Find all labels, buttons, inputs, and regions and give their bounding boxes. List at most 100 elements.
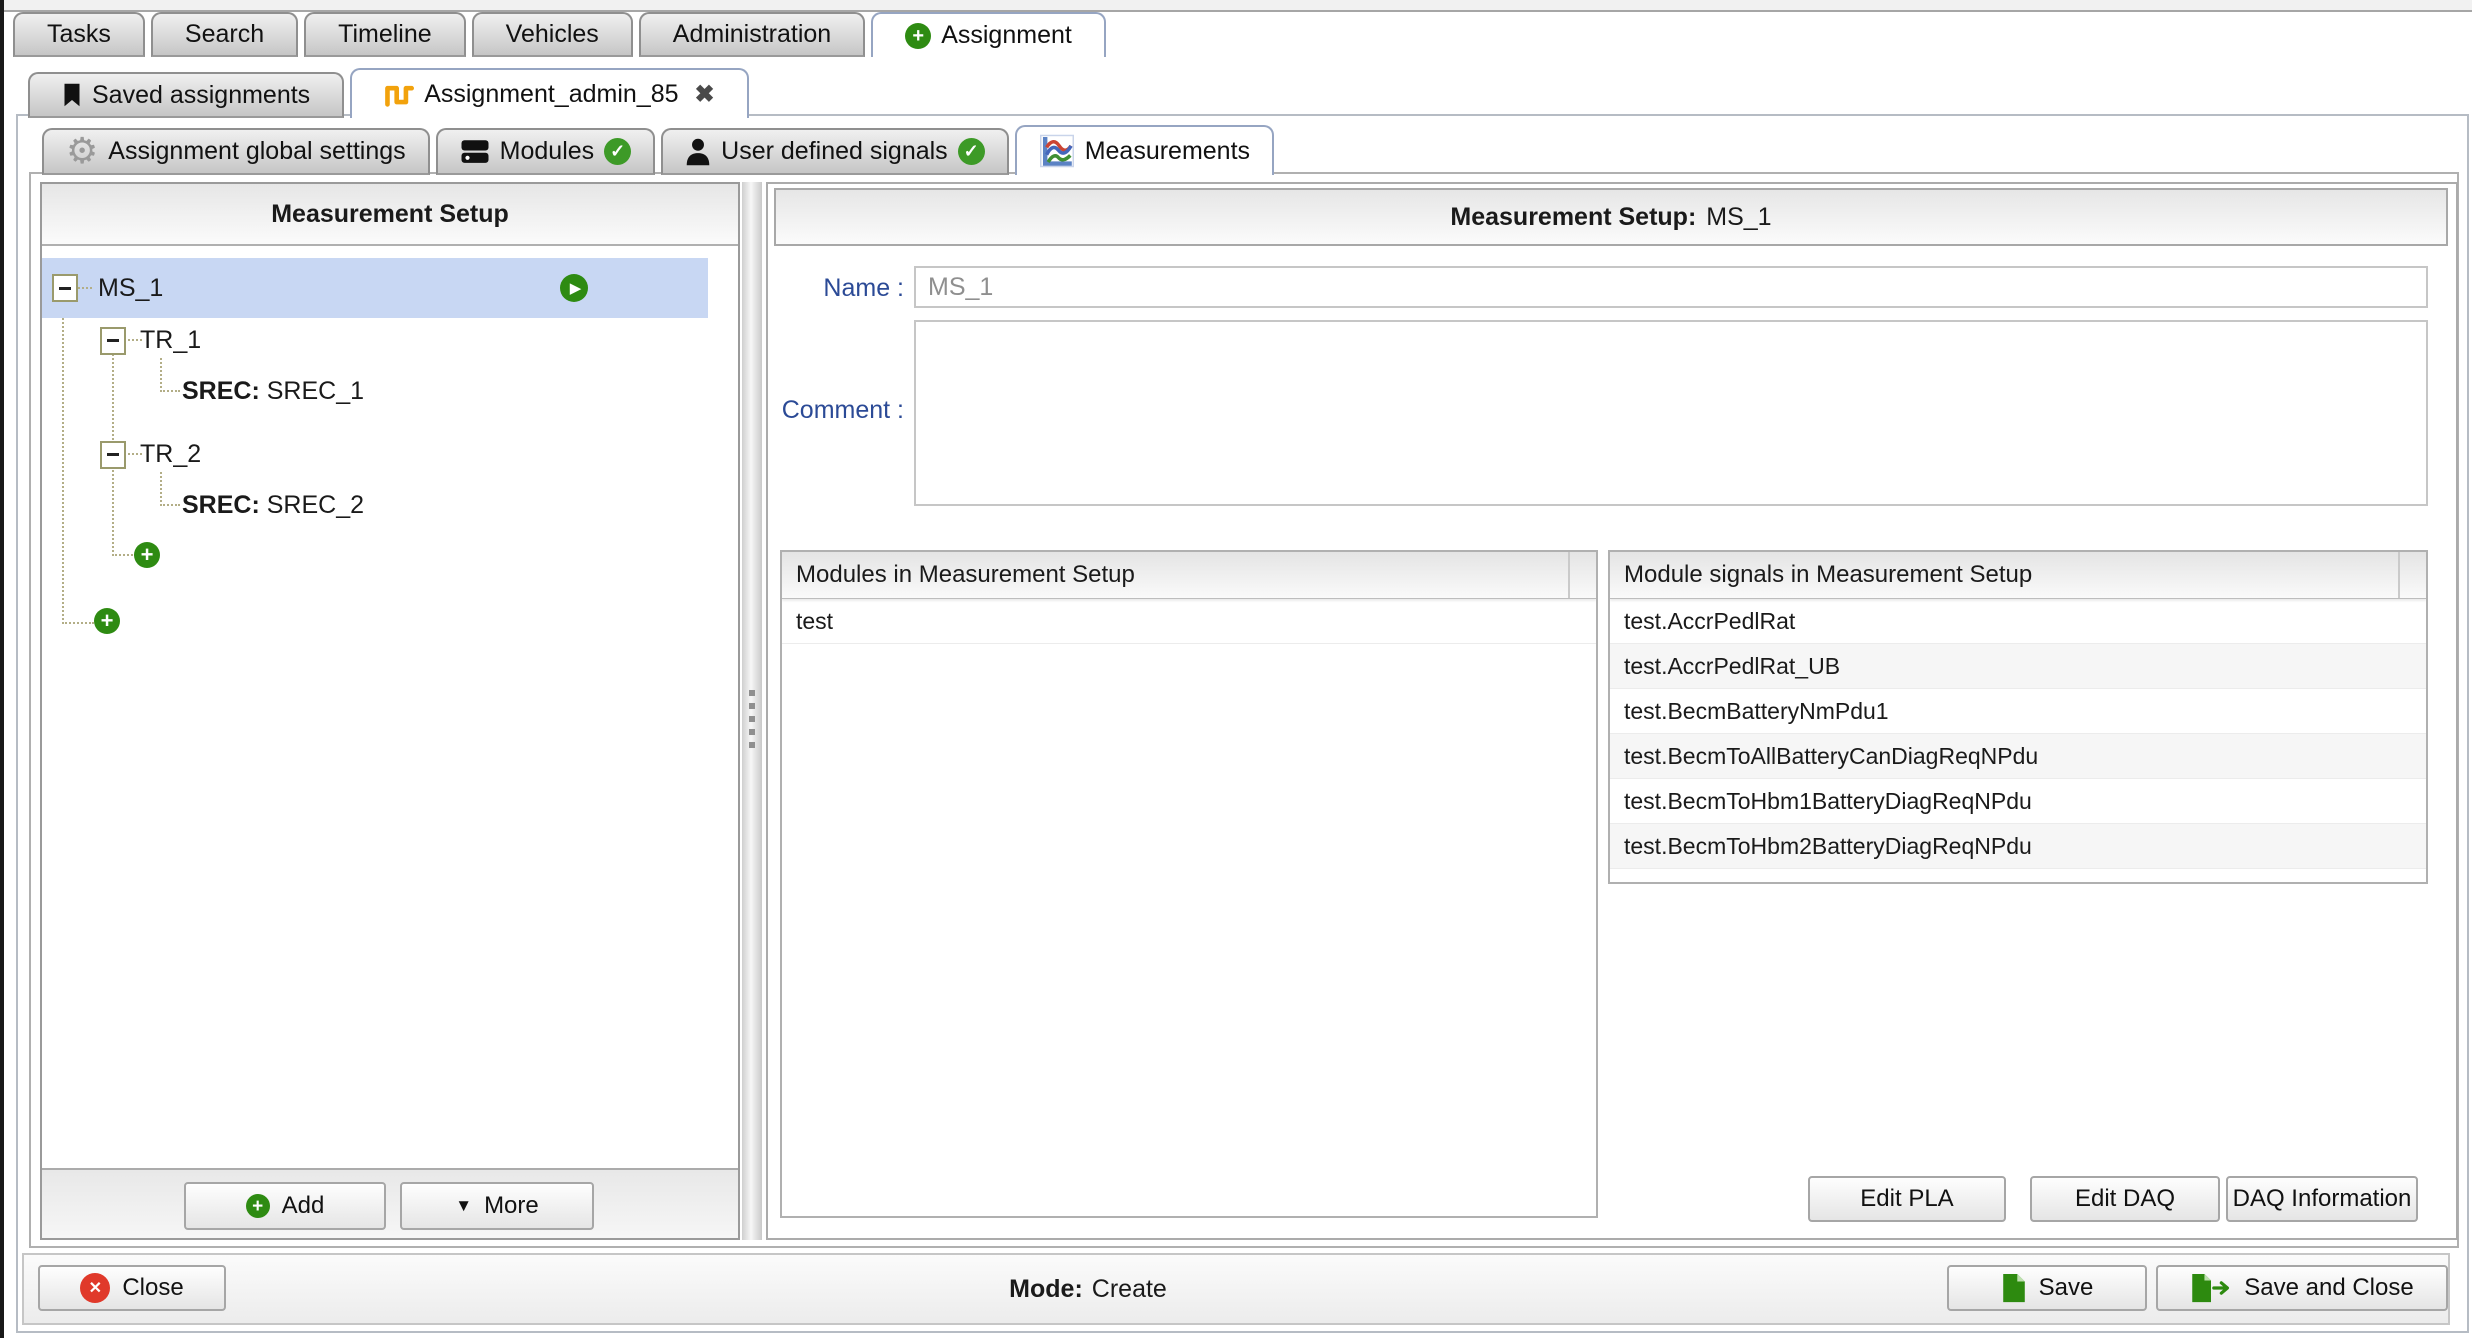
panel-splitter[interactable] bbox=[742, 182, 762, 1240]
tab-vehicles[interactable]: Vehicles bbox=[472, 12, 633, 57]
bottom-action-bar: ✕ Close Mode: Create Save Save and Close bbox=[22, 1253, 2450, 1325]
more-button[interactable]: ▼ More bbox=[400, 1182, 594, 1230]
tree-node-label: TR_1 bbox=[140, 326, 201, 355]
tree-footer-bar: + Add ▼ More bbox=[42, 1168, 738, 1238]
tree-node-label: TR_2 bbox=[140, 440, 201, 469]
collapse-box-icon[interactable] bbox=[100, 441, 126, 469]
add-transfer-icon[interactable]: + bbox=[134, 542, 160, 568]
tree-node-label: MS_1 bbox=[98, 274, 163, 303]
tab-label: Assignment global settings bbox=[108, 137, 405, 166]
edit-pla-label: Edit PLA bbox=[1860, 1185, 1953, 1213]
daq-information-label: DAQ Information bbox=[2233, 1185, 2412, 1213]
edit-daq-button[interactable]: Edit DAQ bbox=[2030, 1176, 2220, 1222]
close-tab-icon[interactable]: ✖ bbox=[695, 80, 715, 109]
signal-list-item[interactable]: test.BecmToHbm1BatteryDiagReqNPdu bbox=[1610, 779, 2426, 824]
details-header: Measurement Setup: MS_1 bbox=[774, 188, 2448, 246]
mode-label: Mode: bbox=[1009, 1275, 1083, 1304]
srec-prefix: SREC: bbox=[182, 377, 260, 405]
srec-prefix: SREC: bbox=[182, 491, 260, 519]
modules-list-header: Modules in Measurement Setup bbox=[782, 552, 1596, 599]
collapse-box-icon[interactable] bbox=[52, 274, 78, 302]
chart-icon bbox=[1039, 134, 1075, 168]
daq-information-button[interactable]: DAQ Information bbox=[2226, 1176, 2418, 1222]
tree-node-tr2[interactable]: TR_2 bbox=[100, 440, 201, 469]
tab-label: User defined signals bbox=[721, 137, 948, 166]
tab-user-defined-signals[interactable]: User defined signals ✓ bbox=[661, 128, 1009, 175]
tab-label: Vehicles bbox=[506, 20, 599, 49]
edit-daq-label: Edit DAQ bbox=[2075, 1185, 2175, 1213]
close-button[interactable]: ✕ Close bbox=[38, 1265, 226, 1311]
splitter-grip-dot bbox=[749, 742, 755, 748]
tab-measurements[interactable]: Measurements bbox=[1015, 125, 1274, 175]
comment-label: Comment : bbox=[768, 396, 904, 425]
caret-down-icon: ▼ bbox=[455, 1196, 472, 1216]
tree-connector bbox=[160, 504, 180, 506]
tab-saved-assignments[interactable]: Saved assignments bbox=[28, 72, 344, 118]
tab-search[interactable]: Search bbox=[151, 12, 298, 57]
save-and-close-icon bbox=[2190, 1273, 2232, 1303]
tree-node-label: SREC_2 bbox=[267, 491, 364, 519]
tab-assignment-admin-85[interactable]: Assignment_admin_85 ✖ bbox=[350, 68, 748, 118]
tree-node-ms1[interactable]: MS_1 ▶ bbox=[42, 258, 708, 318]
check-badge-icon: ✓ bbox=[604, 138, 631, 165]
tree-connector bbox=[160, 472, 162, 506]
tree-connector bbox=[62, 318, 64, 624]
tab-assignment[interactable]: + Assignment bbox=[871, 12, 1106, 57]
tree-connector bbox=[160, 358, 162, 392]
name-input[interactable] bbox=[914, 266, 2428, 308]
tab-label: Assignment_admin_85 bbox=[424, 80, 678, 109]
tab-label: Measurements bbox=[1085, 137, 1250, 166]
tab-timeline[interactable]: Timeline bbox=[304, 12, 466, 57]
tree-node-srec1[interactable]: SREC: SREC_1 bbox=[182, 377, 364, 406]
save-button[interactable]: Save bbox=[1947, 1265, 2147, 1311]
waveform-icon bbox=[384, 79, 414, 109]
add-measurement-setup-icon[interactable]: + bbox=[94, 608, 120, 634]
modules-list: Modules in Measurement Setup test bbox=[780, 550, 1598, 1218]
signal-list-item[interactable]: test.BecmToAllBatteryCanDiagReqNPdu bbox=[1610, 734, 2426, 779]
signal-list-item[interactable]: test.AccrPedlRat bbox=[1610, 599, 2426, 644]
assignment-sub-tab-bar: ⚙ Assignment global settings Modules ✓ U… bbox=[42, 125, 1274, 175]
comment-textarea[interactable] bbox=[914, 320, 2428, 506]
assignment-doc-tab-bar: Saved assignments Assignment_admin_85 ✖ bbox=[28, 68, 749, 118]
save-icon bbox=[2001, 1273, 2027, 1303]
window-left-edge bbox=[0, 0, 4, 1338]
save-and-close-button[interactable]: Save and Close bbox=[2156, 1265, 2448, 1311]
splitter-grip-dot bbox=[749, 703, 755, 709]
plus-circle-icon: + bbox=[246, 1194, 270, 1218]
tree-panel-title-text: Measurement Setup bbox=[271, 200, 509, 229]
signals-list-header-text: Module signals in Measurement Setup bbox=[1624, 561, 2032, 589]
splitter-grip-dot bbox=[749, 716, 755, 722]
tree-node-tr1[interactable]: TR_1 bbox=[100, 326, 201, 355]
signals-list-header: Module signals in Measurement Setup bbox=[1610, 552, 2426, 599]
signal-list-item[interactable]: test.BecmBatteryNmPdu1 bbox=[1610, 689, 2426, 734]
check-badge-icon: ✓ bbox=[958, 138, 985, 165]
module-list-item[interactable]: test bbox=[782, 599, 1596, 644]
close-circle-icon: ✕ bbox=[80, 1273, 110, 1303]
tab-tasks[interactable]: Tasks bbox=[13, 12, 145, 57]
splitter-grip-dot bbox=[749, 729, 755, 735]
tab-administration[interactable]: Administration bbox=[639, 12, 865, 57]
tab-label: Search bbox=[185, 20, 264, 49]
modules-list-header-text: Modules in Measurement Setup bbox=[796, 561, 1135, 589]
edit-pla-button[interactable]: Edit PLA bbox=[1808, 1176, 2006, 1222]
measurement-setup-tree-panel: Measurement Setup MS_1 ▶ bbox=[40, 182, 740, 1240]
add-button[interactable]: + Add bbox=[184, 1182, 386, 1230]
signals-list-body: test.AccrPedlRattest.AccrPedlRat_UBtest.… bbox=[1610, 599, 2426, 869]
tree-connector bbox=[112, 554, 136, 556]
signal-list-item[interactable]: test.BecmToHbm2BatteryDiagReqNPdu bbox=[1610, 824, 2426, 869]
splitter-grip-dot bbox=[749, 690, 755, 696]
main-tab-bar: Tasks Search Timeline Vehicles Administr… bbox=[13, 12, 1106, 57]
modules-icon bbox=[460, 138, 490, 165]
tab-label: Administration bbox=[673, 20, 831, 49]
play-icon[interactable]: ▶ bbox=[560, 274, 588, 302]
close-button-label: Close bbox=[122, 1274, 183, 1302]
collapse-box-icon[interactable] bbox=[100, 327, 126, 355]
signal-list-item[interactable]: test.AccrPedlRat_UB bbox=[1610, 644, 2426, 689]
more-button-label: More bbox=[484, 1192, 539, 1220]
tree-connector bbox=[62, 622, 94, 624]
tree-connector bbox=[78, 287, 92, 289]
tab-label: Saved assignments bbox=[92, 81, 310, 110]
tab-modules[interactable]: Modules ✓ bbox=[436, 128, 656, 175]
tree-node-srec2[interactable]: SREC: SREC_2 bbox=[182, 491, 364, 520]
tab-assignment-global-settings[interactable]: ⚙ Assignment global settings bbox=[42, 128, 430, 175]
